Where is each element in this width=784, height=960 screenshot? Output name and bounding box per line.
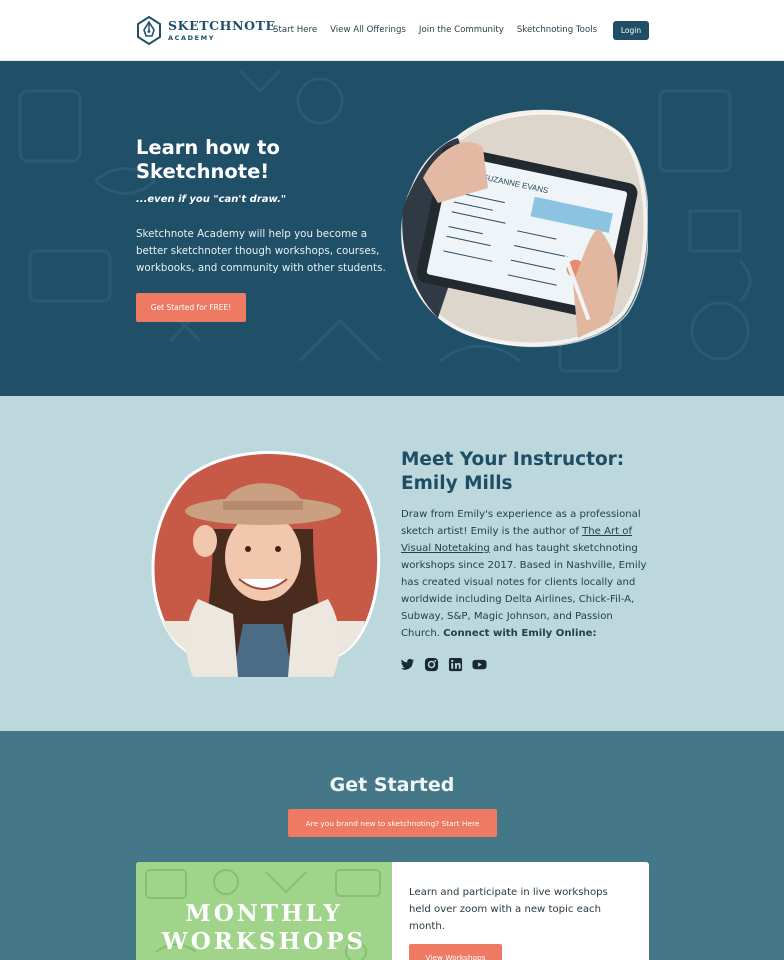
nav-join-the-community[interactable]: Join the Community <box>419 25 504 35</box>
social-links <box>400 657 496 672</box>
instagram-icon[interactable] <box>424 657 439 672</box>
login-button[interactable]: Login <box>613 21 649 40</box>
hero-section: Learn how to Sketchnote! ...even if you … <box>0 61 784 396</box>
hero-title: Learn how to Sketchnote! <box>136 136 280 183</box>
monthly-workshops-title: MONTHLY WORKSHOPS <box>136 900 392 956</box>
workshops-card: MONTHLY WORKSHOPS Learn and participate … <box>136 862 649 960</box>
instructor-photo <box>151 451 381 677</box>
get-started-section: Get Started Are you brand new to sketchn… <box>0 731 784 960</box>
instructor-heading: Meet Your Instructor: Emily Mills <box>401 449 625 494</box>
twitter-icon[interactable] <box>400 657 415 672</box>
site-logo[interactable]: SKETCHNOTE ACADEMY <box>136 16 276 45</box>
site-header: SKETCHNOTE ACADEMY Start Here View All O… <box>0 0 784 61</box>
nav-view-all-offerings[interactable]: View All Offerings <box>330 25 406 35</box>
linkedin-icon[interactable] <box>448 657 463 672</box>
logo-wordmark: SKETCHNOTE ACADEMY <box>168 18 276 42</box>
hero-description: Sketchnote Academy will help you become … <box>136 228 386 274</box>
main-nav: Start Here View All Offerings Join the C… <box>273 25 610 35</box>
get-started-heading: Get Started <box>329 774 455 796</box>
hero-subtitle: ...even if you "can't draw." <box>136 194 287 205</box>
doodle-background-pattern <box>18 69 752 373</box>
view-workshops-button[interactable]: View Workshops <box>409 944 502 960</box>
connect-label: Connect with Emily Online: <box>443 628 597 639</box>
tablet-sketchnote-photo: SUZANNE EVANS <box>401 109 648 348</box>
card-image-title-line2: WORKSHOPS <box>161 928 367 955</box>
instructor-section: Meet Your Instructor: Emily Mills Draw f… <box>0 396 784 731</box>
logo-line1: SKETCHNOTE <box>168 18 276 33</box>
nav-sketchnoting-tools[interactable]: Sketchnoting Tools <box>517 25 597 35</box>
get-started-free-button[interactable]: Get Started for FREE! <box>136 293 246 322</box>
workshops-description: Learn and participate in live workshops … <box>409 887 608 932</box>
bio-text-2: and has taught sketchnoting workshops si… <box>401 543 647 639</box>
monthly-workshops-image: MONTHLY WORKSHOPS <box>136 862 392 960</box>
pen-nib-logo-icon <box>137 16 161 45</box>
logo-line2: ACADEMY <box>168 33 216 42</box>
start-here-button[interactable]: Are you brand new to sketchnoting? Start… <box>288 809 497 837</box>
youtube-icon[interactable] <box>472 657 487 672</box>
nav-start-here[interactable]: Start Here <box>273 25 317 35</box>
instructor-bio: Draw from Emily's experience as a profes… <box>401 506 651 642</box>
card-image-title-line1: MONTHLY <box>185 900 343 927</box>
